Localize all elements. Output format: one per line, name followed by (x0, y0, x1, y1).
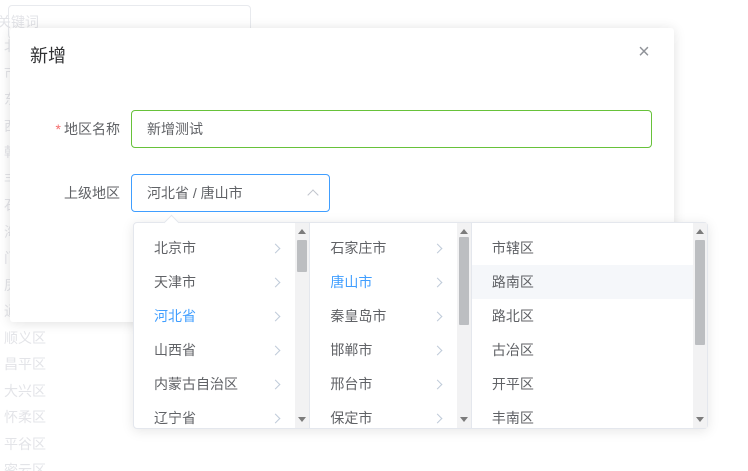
cascader-option-label: 市辖区 (492, 238, 534, 258)
chevron-right-icon (271, 379, 281, 389)
scrollbar-thumb[interactable] (297, 240, 307, 272)
scroll-down-icon[interactable] (298, 417, 306, 422)
parent-region-cascader-input[interactable] (131, 174, 330, 212)
cascader-option-label: 北京市 (154, 238, 196, 258)
scroll-down-icon[interactable] (460, 417, 468, 422)
cascader-option[interactable]: 开平区 (472, 367, 693, 401)
cascader-option-label: 辽宁省 (154, 408, 196, 428)
cascader-option-label: 邢台市 (330, 374, 372, 394)
chevron-right-icon (432, 379, 442, 389)
chevron-right-icon (432, 413, 442, 423)
chevron-right-icon (432, 311, 442, 321)
cascader-option[interactable]: 唐山市 (310, 265, 456, 299)
cascader-option[interactable]: 北京市 (134, 231, 295, 265)
scrollbar[interactable] (295, 223, 309, 428)
cascader-option[interactable]: 石家庄市 (310, 231, 456, 265)
chevron-right-icon (432, 345, 442, 355)
cascader-option-label: 丰南区 (492, 408, 534, 428)
chevron-right-icon (432, 243, 442, 253)
cascader-option[interactable]: 路北区 (472, 299, 693, 333)
background-list-item: 昌平区 (4, 354, 46, 374)
scrollbar-thumb[interactable] (459, 237, 469, 325)
close-icon: × (638, 41, 650, 63)
cascader-option-label: 唐山市 (330, 272, 372, 292)
chevron-right-icon (271, 243, 281, 253)
cascader-option-label: 天津市 (154, 272, 196, 292)
cascader-option-label: 古冶区 (492, 340, 534, 360)
background-list-item: 平谷区 (4, 434, 46, 454)
cascader-option-label: 路南区 (492, 272, 534, 292)
chevron-right-icon (271, 277, 281, 287)
region-name-label: *地区名称 (10, 119, 120, 139)
parent-region-label: 上级地区 (10, 183, 120, 203)
cascader-option-label: 山西省 (154, 340, 196, 360)
cascader-option[interactable]: 邢台市 (310, 367, 456, 401)
chevron-right-icon (271, 311, 281, 321)
cascader-option-label: 秦皇岛市 (330, 306, 386, 326)
cascader-option[interactable]: 市辖区 (472, 231, 693, 265)
cascader-option-label: 石家庄市 (330, 238, 386, 258)
chevron-right-icon (271, 413, 281, 423)
cascader-option[interactable]: 古冶区 (472, 333, 693, 367)
cascader-option[interactable]: 内蒙古自治区 (134, 367, 295, 401)
cascader-option[interactable]: 天津市 (134, 265, 295, 299)
scrollbar[interactable] (693, 223, 707, 428)
scroll-up-icon[interactable] (696, 229, 704, 234)
dialog-title: 新增 (30, 44, 66, 68)
cascader-option-label: 路北区 (492, 306, 534, 326)
cascader-option[interactable]: 邯郸市 (310, 333, 456, 367)
cascader-option-label: 保定市 (330, 408, 372, 428)
cascader-option[interactable]: 山西省 (134, 333, 295, 367)
region-name-input[interactable] (131, 110, 652, 148)
cascader-dropdown: 北京市天津市河北省山西省内蒙古自治区辽宁省 石家庄市唐山市秦皇岛市邯郸市邢台市保… (133, 222, 708, 429)
cascader-panel-districts: 市辖区路南区路北区古冶区开平区丰南区 (472, 223, 707, 428)
scrollbar-thumb[interactable] (695, 240, 705, 345)
cascader-option-label: 开平区 (492, 374, 534, 394)
region-name-label-text: 地区名称 (64, 121, 120, 137)
cascader-panel-provinces: 北京市天津市河北省山西省内蒙古自治区辽宁省 (134, 223, 310, 428)
cascader-option[interactable]: 辽宁省 (134, 401, 295, 428)
required-asterisk: * (56, 121, 61, 137)
chevron-right-icon (271, 345, 281, 355)
cascader-option[interactable]: 河北省 (134, 299, 295, 333)
background-list-item: 大兴区 (4, 381, 46, 401)
background-list-item: 密云区 (4, 460, 46, 471)
cascader-option-label: 邯郸市 (330, 340, 372, 360)
cascader-option-label: 河北省 (154, 306, 196, 326)
scroll-up-icon[interactable] (298, 229, 306, 234)
scroll-down-icon[interactable] (696, 417, 704, 422)
scrollbar[interactable] (457, 223, 471, 428)
cascader-option-label: 内蒙古自治区 (154, 374, 238, 394)
cascader-option[interactable]: 保定市 (310, 401, 456, 428)
region-management-page: 关键词 北京市市辖区东城区西城区朝阳区丰台区石景山区海淀区门头沟区房山区通州区顺… (0, 0, 748, 471)
cascader-panel-cities: 石家庄市唐山市秦皇岛市邯郸市邢台市保定市 (310, 223, 471, 428)
background-list-item: 顺义区 (4, 328, 46, 348)
cascader-option[interactable]: 秦皇岛市 (310, 299, 456, 333)
scroll-up-icon[interactable] (460, 229, 468, 234)
dialog-close-button[interactable]: × (632, 40, 656, 64)
cascader-option[interactable]: 丰南区 (472, 401, 693, 428)
background-list-item: 怀柔区 (4, 407, 46, 427)
cascader-option[interactable]: 路南区 (472, 265, 693, 299)
chevron-right-icon (432, 277, 442, 287)
parent-region-label-text: 上级地区 (64, 185, 120, 201)
